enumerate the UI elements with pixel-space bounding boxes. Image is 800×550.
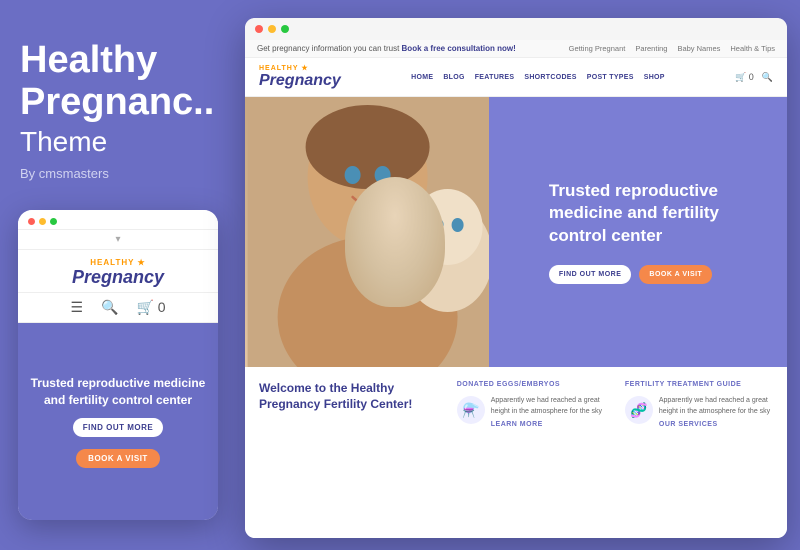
- title-line2: Pregnanc..: [20, 81, 214, 123]
- dna-icon: 🧬: [625, 396, 653, 424]
- desktop-mockup: Get pregnancy information you can trust …: [245, 18, 787, 538]
- announce-text: Get pregnancy information you can trust …: [257, 44, 516, 53]
- hero-heading: Trusted reproductive medicine and fertil…: [549, 180, 767, 246]
- desktop-site: Get pregnancy information you can trust …: [245, 40, 787, 538]
- desktop-dot-yellow: [268, 25, 276, 33]
- info-col-1-header: DONATED EGGS/EMBRYOS: [457, 381, 605, 388]
- our-services-link[interactable]: OUR SERVICES: [659, 421, 773, 428]
- info-col-1-content: ⚗️ Apparently we had reached a great hei…: [457, 396, 605, 428]
- mobile-logo-area: HEALTHY ★ Pregnancy: [18, 250, 218, 293]
- left-panel: Healthy Pregnanc.. Theme By cmsmasters: [20, 40, 230, 181]
- mobile-logo-pregnancy: Pregnancy: [72, 267, 164, 288]
- nav-post-types[interactable]: POST TYPES: [587, 74, 634, 81]
- info-col-1: DONATED EGGS/EMBRYOS ⚗️ Apparently we ha…: [457, 381, 605, 524]
- mobile-book-button[interactable]: BOOK A VISIT: [76, 449, 160, 468]
- info-col-2-header: FERTILITY TREATMENT GUIDE: [625, 381, 773, 388]
- announce-link-4[interactable]: Health & Tips: [730, 44, 775, 53]
- search-icon[interactable]: 🔍: [101, 299, 118, 316]
- nav-icons: 🛒 0 🔍: [735, 72, 773, 83]
- announce-link[interactable]: Book a free consultation now!: [402, 44, 516, 53]
- nav-shop[interactable]: SHOP: [644, 74, 665, 81]
- info-col-2: FERTILITY TREATMENT GUIDE 🧬 Apparently w…: [625, 381, 773, 524]
- site-announce-bar: Get pregnancy information you can trust …: [245, 40, 787, 58]
- desktop-top-bar: [245, 18, 787, 40]
- mobile-mockup: ▾ HEALTHY ★ Pregnancy ☰ 🔍 🛒 0 Trusted re…: [18, 210, 218, 520]
- mobile-top-bar: [18, 210, 218, 230]
- mobile-nav-icons: ☰ 🔍 🛒 0: [18, 293, 218, 323]
- cart-icon[interactable]: 🛒 0: [136, 299, 165, 316]
- hero-right-panel: Trusted reproductive medicine and fertil…: [489, 97, 787, 367]
- mobile-logo-healthy: HEALTHY ★: [90, 258, 145, 267]
- search-icon[interactable]: 🔍: [762, 72, 773, 83]
- nav-shortcodes[interactable]: SHORTCODES: [524, 74, 576, 81]
- mobile-dot-red: [28, 218, 35, 225]
- flask-icon: ⚗️: [457, 396, 485, 424]
- desktop-dot-red: [255, 25, 263, 33]
- hero-buttons: FIND OUT MORE BOOK A VISIT: [549, 265, 712, 284]
- nav-features[interactable]: FEATURES: [475, 74, 515, 81]
- left-title: Healthy Pregnanc..: [20, 40, 230, 124]
- left-subtitle: Theme: [20, 126, 230, 158]
- chevron-down-icon: ▾: [115, 234, 120, 245]
- mobile-hero: Trusted reproductive medicine and fertil…: [18, 323, 218, 520]
- mobile-find-button[interactable]: FIND OUT MORE: [73, 418, 164, 437]
- info-left: Welcome to the Healthy Pregnancy Fertili…: [259, 381, 437, 524]
- info-col-2-content: 🧬 Apparently we had reached a great heig…: [625, 396, 773, 428]
- announce-link-1[interactable]: Getting Pregnant: [569, 44, 626, 53]
- cart-icon[interactable]: 🛒 0: [735, 72, 754, 83]
- find-out-button[interactable]: FIND OUT MORE: [549, 265, 632, 284]
- nav-links: HOME BLOG FEATURES SHORTCODES POST TYPES…: [411, 74, 665, 81]
- title-line1: Healthy: [20, 39, 157, 81]
- desktop-dot-green: [281, 25, 289, 33]
- site-info-section: Welcome to the Healthy Pregnancy Fertili…: [245, 367, 787, 538]
- announce-link-2[interactable]: Parenting: [635, 44, 667, 53]
- learn-more-link[interactable]: LEARN MORE: [491, 421, 605, 428]
- nav-blog[interactable]: BLOG: [443, 74, 464, 81]
- info-col-2-text: Apparently we had reached a great height…: [659, 396, 773, 417]
- book-visit-button[interactable]: BOOK A VISIT: [639, 265, 712, 284]
- info-left-title: Welcome to the Healthy Pregnancy Fertili…: [259, 381, 437, 412]
- nav-home[interactable]: HOME: [411, 74, 433, 81]
- left-by: By cmsmasters: [20, 166, 230, 181]
- mobile-dot-yellow: [39, 218, 46, 225]
- nav-logo-pregnancy: Pregnancy: [259, 72, 341, 90]
- site-nav: HEALTHY ★ Pregnancy HOME BLOG FEATURES S…: [245, 58, 787, 97]
- info-col-1-text: Apparently we had reached a great height…: [491, 396, 605, 417]
- site-hero: Trusted reproductive medicine and fertil…: [245, 97, 787, 367]
- mobile-hero-text: Trusted reproductive medicine and fertil…: [30, 375, 206, 409]
- announce-links: Getting Pregnant Parenting Baby Names He…: [569, 44, 775, 53]
- mobile-dot-green: [50, 218, 57, 225]
- announce-link-3[interactable]: Baby Names: [677, 44, 720, 53]
- hamburger-icon[interactable]: ☰: [70, 299, 83, 316]
- nav-logo-healthy: HEALTHY ★: [259, 64, 341, 72]
- mobile-chevron-area: ▾: [18, 230, 218, 250]
- nav-logo: HEALTHY ★ Pregnancy: [259, 64, 341, 90]
